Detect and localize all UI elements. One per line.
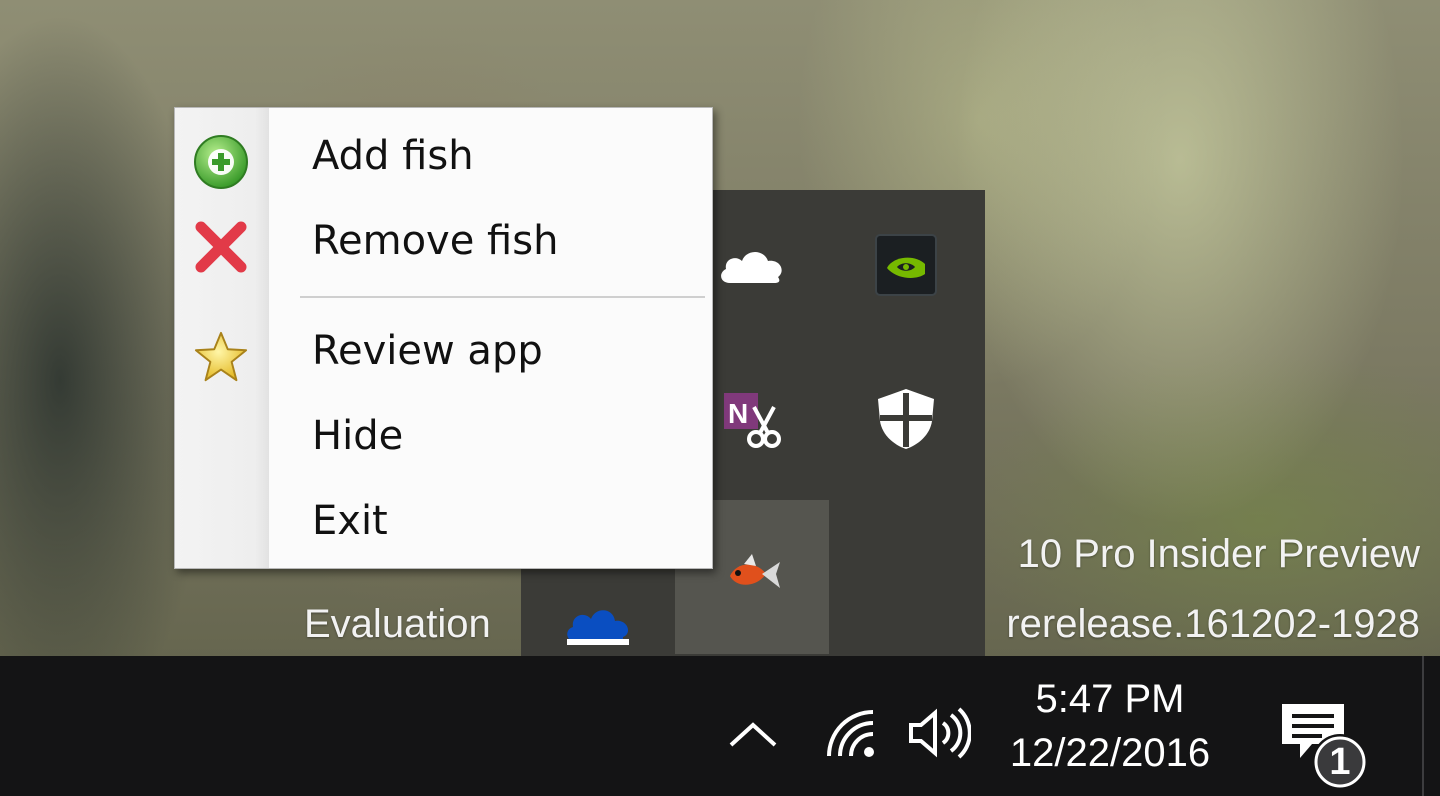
menu-item-exit[interactable]: Exit xyxy=(175,479,712,563)
evaluation-watermark-line1: 10 Pro Insider Preview xyxy=(1017,532,1420,576)
windows-defender-icon xyxy=(876,387,936,455)
network-button[interactable] xyxy=(820,706,880,766)
clock-time: 5:47 PM xyxy=(1035,677,1185,721)
volume-button[interactable] xyxy=(902,704,974,766)
svg-text:N: N xyxy=(728,398,748,429)
menu-item-label: Add fish xyxy=(312,133,474,179)
evaluation-watermark-build: rerelease.161202-1928 xyxy=(1006,602,1420,646)
onedrive-icon xyxy=(716,243,788,291)
menu-item-add-fish[interactable]: Add fish xyxy=(175,114,712,198)
menu-item-label: Review app xyxy=(312,328,543,374)
nvidia-icon xyxy=(875,234,937,300)
red-x-icon xyxy=(193,219,249,275)
menu-item-remove-fish[interactable]: Remove fish xyxy=(175,199,712,283)
network-wifi-icon xyxy=(823,708,877,764)
onedrive-business-icon xyxy=(563,601,633,649)
yellow-star-icon xyxy=(193,329,249,385)
menu-item-label: Hide xyxy=(312,413,404,459)
menu-item-hide[interactable]: Hide xyxy=(175,394,712,478)
menu-item-label: Exit xyxy=(312,498,388,544)
menu-item-review-app[interactable]: Review app xyxy=(175,309,712,393)
evaluation-watermark-left: Evaluation xyxy=(304,602,491,646)
tray-context-menu: Add fish Remove fish Review app Hide Exi… xyxy=(174,107,713,569)
volume-icon xyxy=(905,705,972,765)
taskbar-clock[interactable]: 5:47 PM 12/22/2016 xyxy=(990,672,1230,780)
show-desktop-button[interactable] xyxy=(1422,656,1424,796)
action-center-icon: 1 xyxy=(1272,696,1382,792)
action-center-button[interactable]: 1 xyxy=(1272,696,1382,792)
green-plus-circle-icon xyxy=(193,134,249,190)
goldfish-app-icon xyxy=(722,550,782,604)
menu-item-label: Remove fish xyxy=(312,218,559,264)
notification-count-badge: 1 xyxy=(1329,741,1351,783)
onenote-clipper-icon: N xyxy=(720,387,784,455)
clock-date: 12/22/2016 xyxy=(1009,731,1211,775)
tray-item-nvidia[interactable] xyxy=(829,190,983,344)
tray-item-windows-defender[interactable] xyxy=(829,344,983,498)
menu-separator xyxy=(300,296,705,298)
show-hidden-icons-button[interactable] xyxy=(722,706,784,766)
chevron-up-icon xyxy=(727,719,779,753)
